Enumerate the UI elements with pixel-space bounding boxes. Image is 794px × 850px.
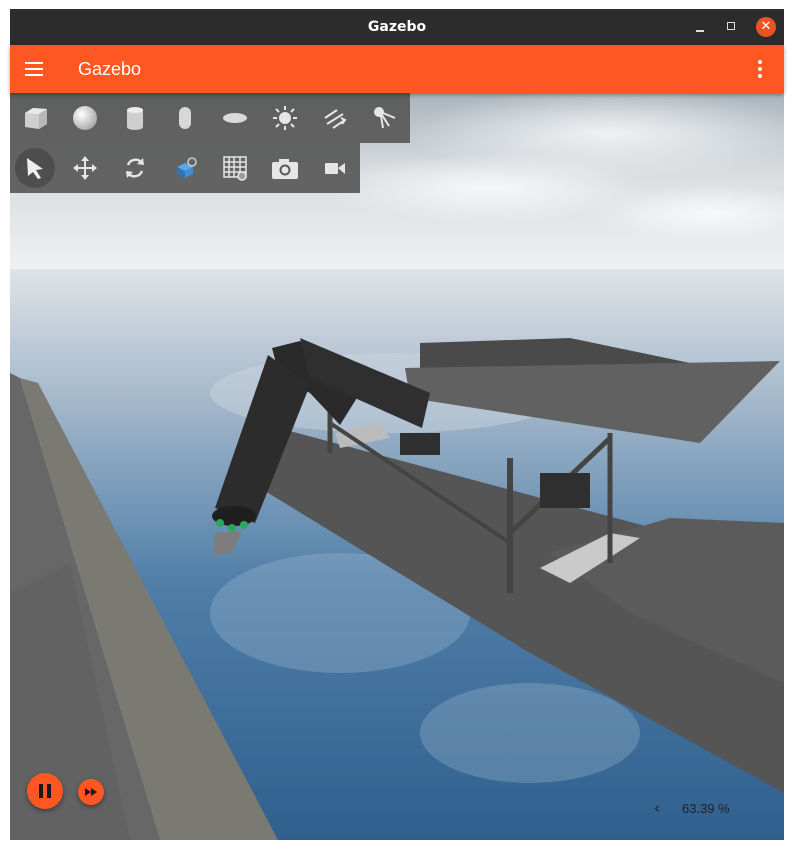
3d-viewport[interactable] — [10, 93, 784, 840]
minimize-icon[interactable] — [690, 17, 710, 37]
shapes-toolbar — [10, 93, 410, 143]
screenshot-icon[interactable] — [265, 148, 305, 188]
stats-expand-arrow-icon[interactable]: ‹ — [650, 799, 664, 817]
select-arrow-icon[interactable] — [15, 148, 55, 188]
step-button[interactable] — [78, 779, 104, 805]
app-header: Gazebo — [10, 45, 784, 93]
spot-light-icon[interactable] — [365, 98, 405, 138]
ellipsoid-icon[interactable] — [215, 98, 255, 138]
maximize-icon[interactable] — [722, 17, 742, 37]
fast-forward-icon — [85, 788, 97, 796]
cylinder-icon[interactable] — [115, 98, 155, 138]
video-record-icon[interactable] — [315, 148, 355, 188]
pause-icon — [39, 784, 51, 798]
capsule-icon[interactable] — [165, 98, 205, 138]
real-time-factor: 63.39 % — [682, 801, 730, 816]
close-icon[interactable]: ✕ — [756, 17, 776, 37]
grid-config-icon[interactable] — [215, 148, 255, 188]
window-titlebar[interactable]: Gazebo ✕ — [10, 9, 784, 45]
sphere-icon[interactable] — [65, 98, 105, 138]
app-title: Gazebo — [78, 59, 142, 79]
transform-toolbar — [10, 143, 360, 193]
pause-button[interactable] — [27, 773, 63, 809]
window-title: Gazebo — [367, 19, 427, 35]
directional-light-icon[interactable] — [315, 98, 355, 138]
hamburger-menu-icon[interactable] — [22, 59, 46, 79]
box-icon[interactable] — [15, 98, 55, 138]
vertical-dots-icon[interactable] — [750, 57, 770, 81]
rotate-icon[interactable] — [115, 148, 155, 188]
gazebo-window: Gazebo ✕ Gazebo ‹ 63.39 % — [10, 9, 784, 840]
translate-icon[interactable] — [65, 148, 105, 188]
point-light-icon[interactable] — [265, 98, 305, 138]
insert-model-icon[interactable] — [165, 148, 205, 188]
